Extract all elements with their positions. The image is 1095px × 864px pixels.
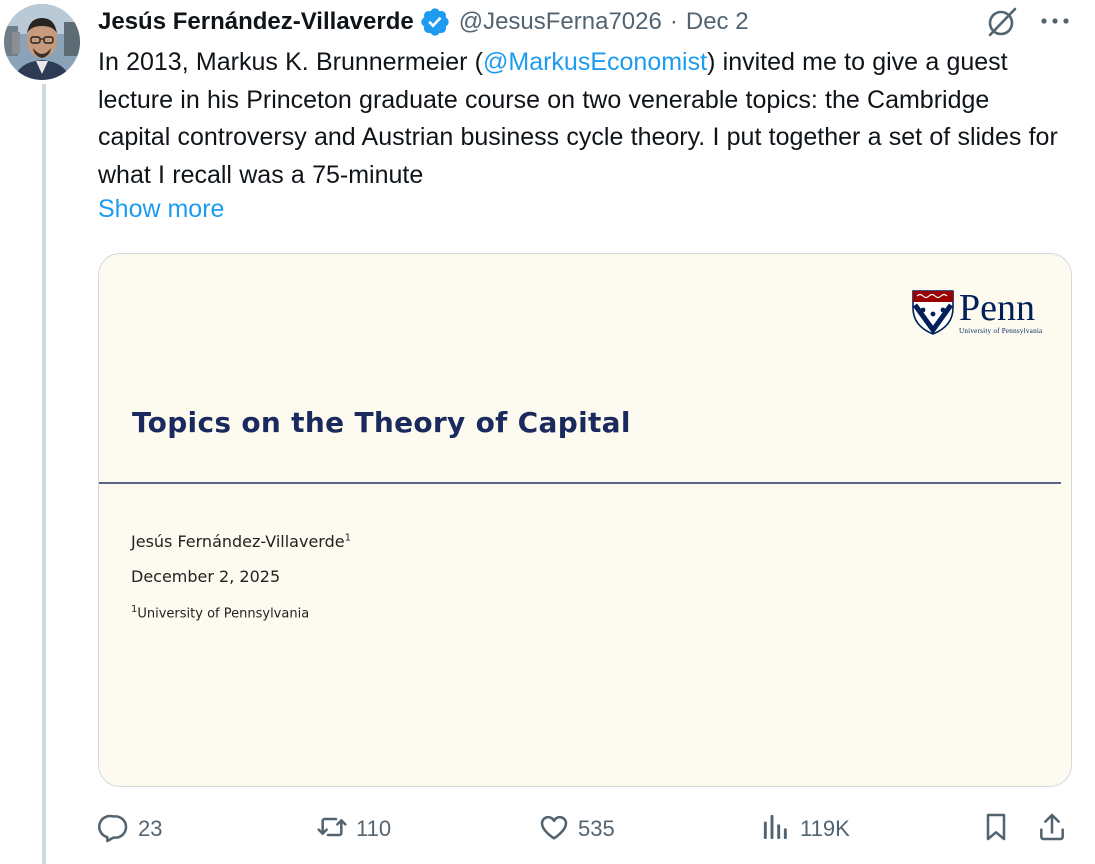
avatar[interactable] (4, 4, 80, 80)
like-count: 535 (578, 816, 615, 841)
tweet[interactable]: Jesús Fernández-Villaverde @JesusFerna70… (0, 0, 1095, 864)
slide-author-footnote: 1 (344, 532, 351, 544)
repost-count: 110 (356, 816, 392, 841)
views-icon (760, 811, 792, 848)
slide-author-name: Jesús Fernández-Villaverde (131, 532, 345, 551)
thread-line (42, 84, 46, 864)
avatar-photo (4, 4, 80, 80)
slide-date: December 2, 2025 (131, 567, 281, 586)
grok-icon[interactable] (984, 4, 1020, 40)
heart-icon (538, 811, 570, 848)
views-button[interactable]: 119K (760, 808, 850, 850)
penn-logo: Penn University of Pennsylvania (911, 287, 1063, 338)
share-button[interactable] (1036, 808, 1068, 850)
slide-author: Jesús Fernández-Villaverde1 (131, 532, 351, 551)
repost-button[interactable]: 110 (316, 808, 391, 850)
penn-wordmark: Penn (959, 288, 1035, 329)
bookmark-icon (980, 811, 1012, 848)
share-icon (1036, 811, 1068, 848)
penn-subtitle: University of Pennsylvania (959, 327, 1043, 335)
bookmark-button[interactable] (980, 808, 1012, 850)
more-icon[interactable] (1038, 4, 1072, 38)
tweet-text: In 2013, Markus K. Brunnermeier (@Markus… (98, 44, 1058, 194)
tweet-header: Jesús Fernández-Villaverde @JesusFerna70… (98, 4, 749, 40)
slide-title: Topics on the Theory of Capital (132, 406, 631, 439)
slide-affiliation: 1University of Pennsylvania (131, 604, 309, 621)
display-name[interactable]: Jesús Fernández-Villaverde (98, 8, 414, 36)
separator-dot: · (669, 8, 678, 35)
tweet-text-part: In 2013, Markus K. Brunnermeier ( (98, 48, 483, 76)
views-count: 119K (800, 816, 850, 841)
reply-count: 23 (138, 816, 163, 841)
media-image[interactable]: Penn University of Pennsylvania Topics o… (98, 253, 1072, 787)
verified-badge-icon[interactable] (419, 6, 451, 38)
reply-icon (98, 811, 130, 848)
mention-link[interactable]: @MarkusEconomist (483, 48, 707, 76)
reply-button[interactable]: 23 (98, 808, 162, 850)
slide-affil-text: University of Pennsylvania (137, 606, 310, 622)
repost-icon (316, 811, 348, 848)
action-bar: 23 110 535 119K (98, 808, 1078, 850)
user-handle[interactable]: @JesusFerna7026 (459, 8, 662, 36)
tweet-date[interactable]: Dec 2 (686, 8, 749, 36)
slide-divider (99, 482, 1061, 484)
show-more-link[interactable]: Show more (98, 195, 224, 224)
like-button[interactable]: 535 (538, 808, 615, 850)
